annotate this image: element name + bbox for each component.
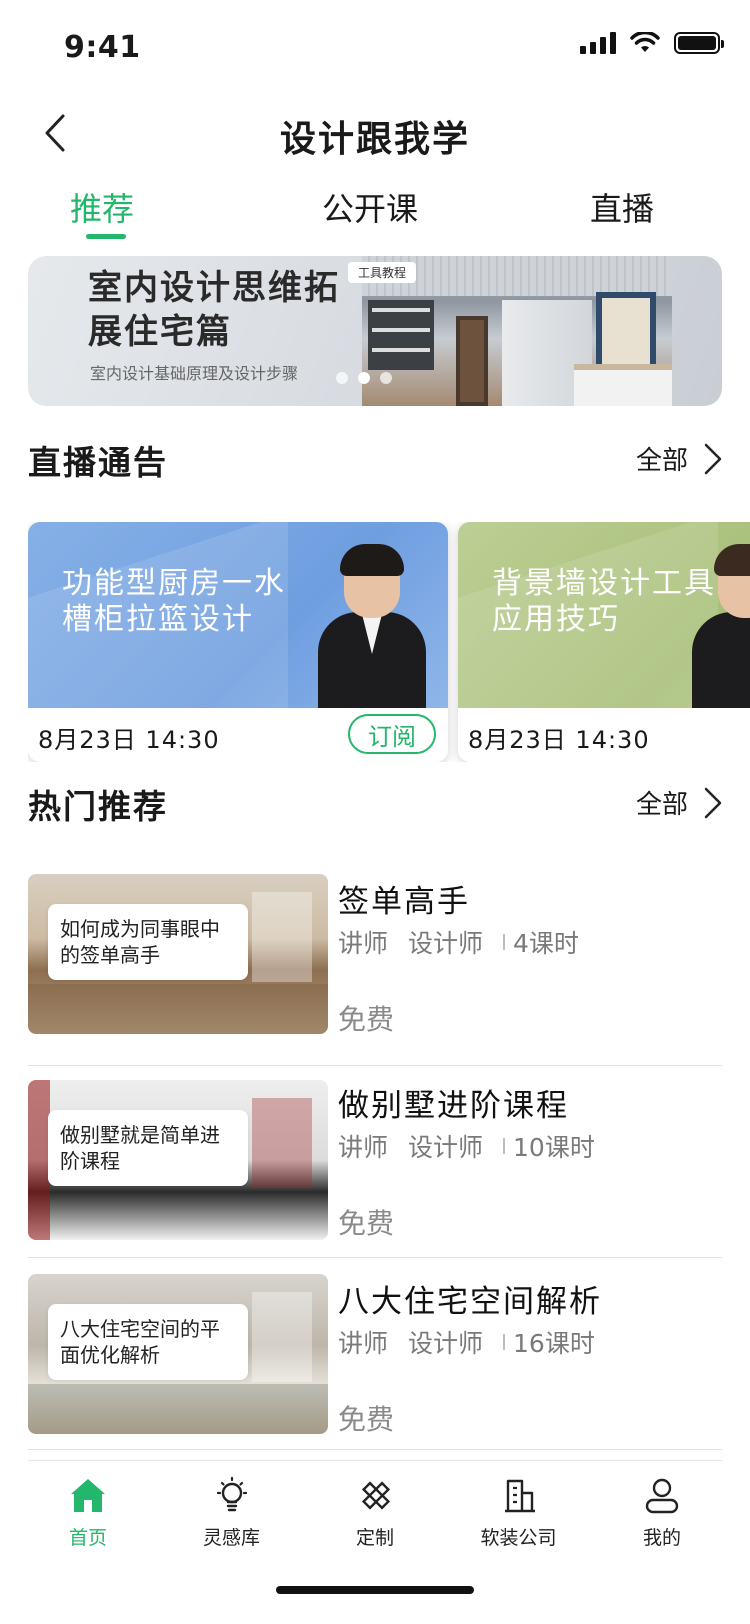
course-list-item[interactable]: 八大住宅空间的平面优化解析 八大住宅空间解析 讲师 设计师 16课时 免费	[28, 1258, 722, 1450]
live-section-title: 直播通告	[28, 443, 168, 482]
meta-divider	[503, 934, 506, 950]
course-title: 八大住宅空间解析	[338, 1284, 602, 1320]
course-title: 签单高手	[338, 884, 470, 920]
course-meta: 讲师 设计师 16课时	[338, 1324, 595, 1360]
tabbar-label: 灵感库	[202, 1527, 260, 1549]
carousel-indicator	[336, 372, 392, 384]
course-price: 免费	[338, 1403, 395, 1436]
course-thumbnail: 做别墅就是简单进阶课程	[28, 1080, 328, 1240]
bottom-tab-bar: 首页 灵感库 定制 软装公司 我的	[28, 1460, 722, 1556]
lecturer-label: 讲师	[338, 929, 389, 958]
live-card-time: 8月23日 14:30	[38, 726, 220, 754]
lesson-count: 16课时	[513, 1329, 595, 1358]
live-card[interactable]: 功能型厨房一水槽柜拉篮设计 8月23日 14:30 订阅	[28, 522, 448, 762]
course-thumbnail-caption: 如何成为同事眼中的签单高手	[48, 904, 248, 980]
wifi-icon	[630, 32, 660, 52]
view-all-label: 全部	[635, 790, 688, 820]
meta-divider	[503, 1334, 506, 1350]
tabbar-label: 软装公司	[480, 1527, 557, 1549]
banner-title: 室内设计思维拓展住宅篇	[88, 268, 340, 352]
lecturer-label: 讲师	[338, 1329, 389, 1358]
user-icon	[640, 1473, 684, 1517]
live-card-cover: 功能型厨房一水槽柜拉篮设计	[28, 522, 448, 708]
presenter-photo	[310, 544, 430, 708]
cellular-signal-icon	[580, 32, 616, 54]
building-icon	[497, 1473, 541, 1517]
tabbar-label: 我的	[642, 1527, 681, 1549]
course-thumbnail: 八大住宅空间的平面优化解析	[28, 1274, 328, 1434]
tab-live[interactable]: 直播	[590, 184, 654, 230]
lecturer-label: 讲师	[338, 1133, 389, 1162]
lecturer-name: 设计师	[408, 929, 484, 958]
tabbar-label: 定制	[355, 1527, 394, 1549]
promo-banner[interactable]: 室内设计思维拓展住宅篇 室内设计基础原理及设计步骤 工具教程	[28, 256, 722, 406]
lecturer-name: 设计师	[408, 1329, 484, 1358]
home-icon	[66, 1473, 110, 1517]
course-price: 免费	[338, 1207, 395, 1240]
chevron-right-icon	[704, 443, 722, 474]
live-card-cover: 背景墙设计工具应用技巧	[458, 522, 750, 708]
ruler-pencil-icon	[353, 1473, 397, 1517]
course-list: 如何成为同事眼中的签单高手 签单高手 讲师 设计师 4课时 免费 做别墅就是简单…	[28, 874, 722, 1482]
battery-icon	[674, 32, 724, 54]
home-indicator	[276, 1586, 474, 1594]
tabbar-item-home[interactable]: 首页	[28, 1461, 148, 1556]
carousel-dot-active[interactable]	[358, 372, 370, 384]
navigation-bar: 设计跟我学	[0, 92, 750, 172]
active-tab-indicator	[86, 234, 126, 239]
live-card-carousel[interactable]: 功能型厨房一水槽柜拉篮设计 8月23日 14:30 订阅 背景墙设计工具应用技巧…	[28, 522, 750, 762]
meta-divider	[503, 1138, 506, 1154]
tabbar-label: 首页	[68, 1527, 107, 1549]
course-thumbnail: 如何成为同事眼中的签单高手	[28, 874, 328, 1034]
banner-subtitle: 室内设计基础原理及设计步骤	[90, 364, 299, 383]
live-view-all-button[interactable]: 全部	[636, 440, 722, 477]
status-time: 9:41	[64, 30, 141, 65]
presenter-photo	[684, 544, 750, 708]
tab-recommended[interactable]: 推荐	[70, 184, 134, 230]
lightbulb-icon	[210, 1473, 254, 1517]
course-thumbnail-caption: 做别墅就是简单进阶课程	[48, 1110, 248, 1186]
course-thumbnail-caption: 八大住宅空间的平面优化解析	[48, 1304, 248, 1380]
lecturer-name: 设计师	[408, 1133, 484, 1162]
chevron-right-icon	[704, 787, 722, 818]
subscribe-button[interactable]: 订阅	[348, 714, 436, 754]
live-card-footer: 8月23日 14:30	[458, 708, 750, 762]
view-all-label: 全部	[635, 446, 688, 476]
tab-public-course[interactable]: 公开课	[322, 184, 418, 230]
hot-section-header: 热门推荐 全部	[28, 780, 722, 830]
page-title: 设计跟我学	[279, 119, 470, 160]
live-card-time: 8月23日 14:30	[468, 726, 650, 754]
live-card[interactable]: 背景墙设计工具应用技巧 8月23日 14:30	[458, 522, 750, 762]
course-title: 做别墅进阶课程	[338, 1088, 569, 1124]
live-section-header: 直播通告 全部	[28, 436, 722, 486]
tabbar-item-inspiration[interactable]: 灵感库	[172, 1461, 292, 1556]
lesson-count: 4课时	[513, 929, 579, 958]
course-list-item[interactable]: 做别墅就是简单进阶课程 做别墅进阶课程 讲师 设计师 10课时 免费	[28, 1060, 722, 1258]
tabbar-item-decor-company[interactable]: 软装公司	[459, 1461, 579, 1556]
course-meta: 讲师 设计师 10课时	[338, 1128, 595, 1164]
tabbar-item-custom[interactable]: 定制	[315, 1461, 435, 1556]
course-list-item[interactable]: 如何成为同事眼中的签单高手 签单高手 讲师 设计师 4课时 免费	[28, 874, 722, 1066]
status-bar: 9:41	[0, 0, 750, 88]
carousel-dot[interactable]	[380, 372, 392, 384]
live-card-title: 功能型厨房一水槽柜拉篮设计	[62, 566, 286, 637]
status-icons	[580, 32, 724, 54]
top-tabs: 推荐 公开课 直播	[0, 176, 750, 240]
live-card-footer: 8月23日 14:30 订阅	[28, 708, 448, 762]
hot-section-title: 热门推荐	[28, 787, 168, 826]
hot-view-all-button[interactable]: 全部	[636, 784, 722, 821]
tabbar-item-profile[interactable]: 我的	[602, 1461, 722, 1556]
carousel-dot[interactable]	[336, 372, 348, 384]
course-price: 免费	[338, 1003, 395, 1036]
banner-tag: 工具教程	[348, 262, 417, 283]
lesson-count: 10课时	[513, 1133, 595, 1162]
course-meta: 讲师 设计师 4课时	[338, 924, 579, 960]
